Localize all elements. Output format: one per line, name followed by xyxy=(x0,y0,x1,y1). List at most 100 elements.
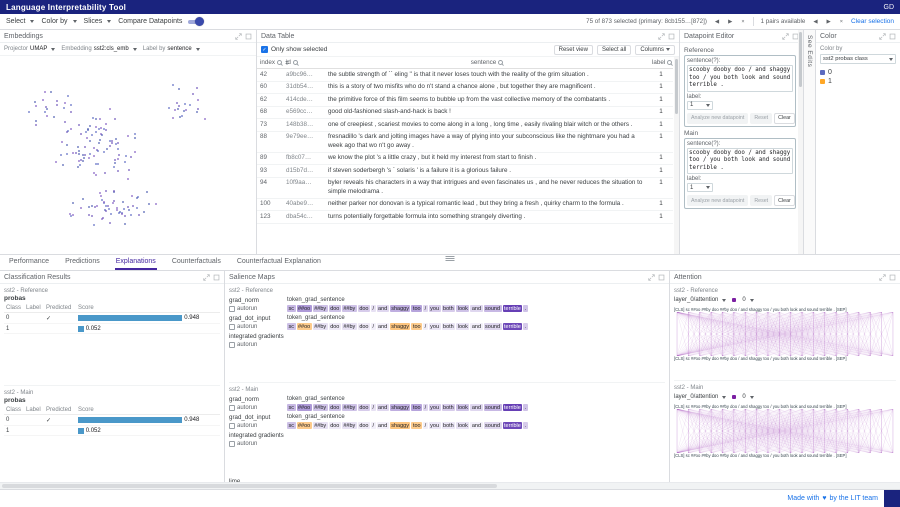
scatter-point[interactable] xyxy=(78,124,80,126)
expand-panel-icon[interactable] xyxy=(648,274,655,281)
table-row[interactable]: 10040abe9…neither parker nor donovan is … xyxy=(257,198,673,211)
scatter-point[interactable] xyxy=(75,152,77,154)
scatter-point[interactable] xyxy=(72,214,74,216)
scatter-point[interactable] xyxy=(109,222,111,224)
search-icon[interactable] xyxy=(667,60,672,65)
scatter-point[interactable] xyxy=(80,207,82,209)
salience-token[interactable]: sound xyxy=(484,305,502,312)
scatter-point[interactable] xyxy=(60,154,62,156)
salience-token[interactable]: both xyxy=(442,404,456,411)
maximize-panel-icon[interactable] xyxy=(668,33,675,40)
scatter-point[interactable] xyxy=(127,178,129,180)
scatter-point[interactable] xyxy=(93,172,95,174)
scatter-point[interactable] xyxy=(93,155,95,157)
scatter-point[interactable] xyxy=(87,129,89,131)
scatter-point[interactable] xyxy=(134,133,136,135)
scatter-point[interactable] xyxy=(122,201,124,203)
salience-token[interactable]: / xyxy=(423,404,428,411)
scatter-point[interactable] xyxy=(72,202,74,204)
analyze-new-datapoint-button[interactable]: Analyze new datapoint xyxy=(687,113,748,124)
reset-button[interactable]: Reset xyxy=(750,195,772,206)
salience-token[interactable]: doo xyxy=(329,323,341,330)
salience-token[interactable]: ##by xyxy=(313,422,328,429)
scatter-point[interactable] xyxy=(64,121,66,123)
scatter-point[interactable] xyxy=(99,118,101,120)
scatter-point[interactable] xyxy=(88,214,90,216)
scatter-point[interactable] xyxy=(84,146,86,148)
sentence-input[interactable]: scooby dooby doo / and shaggy too / you … xyxy=(687,148,793,175)
maximize-panel-icon[interactable] xyxy=(889,274,896,281)
scatter-point[interactable] xyxy=(66,144,68,146)
salience-token[interactable]: both xyxy=(442,323,456,330)
salience-token[interactable]: too xyxy=(411,404,422,411)
scatter-point[interactable] xyxy=(113,200,115,202)
scatter-point[interactable] xyxy=(50,91,52,93)
scatter-point[interactable] xyxy=(70,111,72,113)
scatter-point[interactable] xyxy=(131,195,133,197)
scatter-point[interactable] xyxy=(117,148,119,150)
column-header-label[interactable]: label xyxy=(649,57,673,69)
salience-token[interactable]: look xyxy=(456,404,469,411)
salience-token[interactable]: / xyxy=(423,422,428,429)
scatter-point[interactable] xyxy=(66,153,68,155)
salience-token[interactable]: ##by xyxy=(342,305,357,312)
salience-token[interactable]: doo xyxy=(358,305,370,312)
salience-token[interactable]: too xyxy=(411,305,422,312)
scatter-point[interactable] xyxy=(136,207,138,209)
salience-token[interactable]: and xyxy=(377,404,389,411)
scatter-point[interactable] xyxy=(78,150,80,152)
scatter-point[interactable] xyxy=(89,140,91,142)
scatter-point[interactable] xyxy=(196,111,198,113)
expand-panel-icon[interactable] xyxy=(879,274,886,281)
scatter-point[interactable] xyxy=(103,201,105,203)
salience-token[interactable]: sound xyxy=(484,422,502,429)
scatter-point[interactable] xyxy=(82,198,84,200)
salience-token[interactable]: . xyxy=(523,305,528,312)
tab-performance[interactable]: Performance xyxy=(8,256,50,270)
salience-token[interactable]: doo xyxy=(358,404,370,411)
salience-token[interactable]: ##by xyxy=(313,404,328,411)
expand-panel-icon[interactable] xyxy=(782,33,789,40)
scatter-point[interactable] xyxy=(138,214,140,216)
salience-token[interactable]: shaggy xyxy=(390,323,411,330)
scatter-point[interactable] xyxy=(155,203,157,205)
scatter-point[interactable] xyxy=(97,150,99,152)
scrollbar-thumb[interactable] xyxy=(2,484,497,488)
color-by-menu-button[interactable]: Color by xyxy=(41,18,76,25)
scatter-point[interactable] xyxy=(184,103,186,105)
salience-token[interactable]: sound xyxy=(484,323,502,330)
salience-token[interactable]: you xyxy=(429,305,441,312)
scatter-point[interactable] xyxy=(127,135,129,137)
salience-token[interactable]: ##oo xyxy=(297,305,312,312)
scatter-point[interactable] xyxy=(128,209,130,211)
scatter-point[interactable] xyxy=(143,211,145,213)
salience-token[interactable]: you xyxy=(429,404,441,411)
scatter-point[interactable] xyxy=(116,207,118,209)
label-by-select[interactable]: Label by sentence xyxy=(143,46,200,52)
table-row[interactable]: 73148b38…one of creepiest , scariest mov… xyxy=(257,119,673,132)
salience-token[interactable]: / xyxy=(371,422,376,429)
salience-token[interactable]: doo xyxy=(358,422,370,429)
prev-pair-button[interactable]: ◀ xyxy=(812,19,818,25)
scatter-point[interactable] xyxy=(92,117,94,119)
scatter-point[interactable] xyxy=(95,126,97,128)
prev-datapoint-button[interactable]: ◀ xyxy=(714,19,720,25)
user-avatar[interactable]: GD xyxy=(884,4,895,11)
expand-panel-icon[interactable] xyxy=(203,274,210,281)
scatter-point[interactable] xyxy=(56,104,58,106)
scatter-point[interactable] xyxy=(61,141,63,143)
salience-token[interactable]: too xyxy=(411,323,422,330)
scatter-point[interactable] xyxy=(63,107,65,109)
scatter-point[interactable] xyxy=(111,142,113,144)
scatter-point[interactable] xyxy=(95,131,97,133)
salience-token[interactable]: doo xyxy=(329,422,341,429)
scatter-point[interactable] xyxy=(78,153,80,155)
scatter-point[interactable] xyxy=(105,210,107,212)
table-row[interactable]: 9410f9aa…byler reveals his characters in… xyxy=(257,177,673,198)
scatter-point[interactable] xyxy=(107,205,109,207)
autorun-checkbox[interactable]: autorun xyxy=(229,441,287,447)
scatter-point[interactable] xyxy=(88,206,90,208)
scatter-point[interactable] xyxy=(179,116,181,118)
scatter-point[interactable] xyxy=(88,157,90,159)
scatter-point[interactable] xyxy=(93,147,95,149)
